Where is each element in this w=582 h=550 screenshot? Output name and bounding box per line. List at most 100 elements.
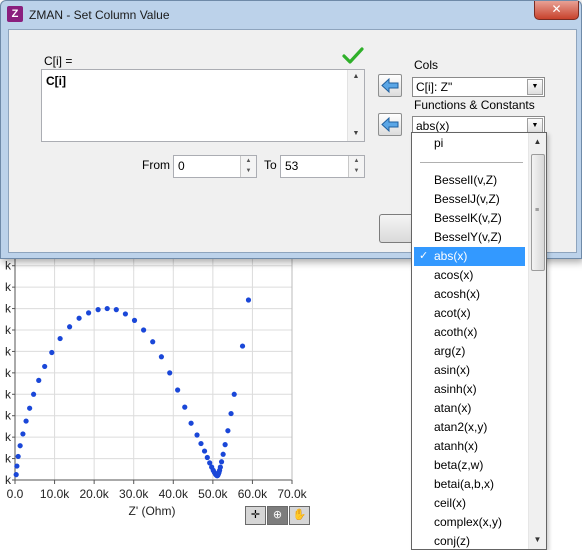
data-point (218, 459, 225, 465)
dropdown-item[interactable]: complex(x,y) (414, 513, 525, 532)
functions-dropdown-list[interactable]: pi BesselI(v,Z) BesselJ(v,Z) BesselK(v,Z) B… (411, 132, 547, 550)
y-tick-label: k (5, 302, 12, 316)
cols-label: Cols (414, 58, 439, 72)
close-button[interactable]: ✕ (534, 1, 579, 20)
dropdown-item[interactable]: ✓ abs(x) (414, 247, 525, 266)
y-tick-label: k (5, 344, 12, 358)
dropdown-item[interactable]: acos(x) (414, 266, 525, 285)
formula-scrollbar[interactable]: ▲ ▼ (347, 70, 364, 141)
spin-down-icon[interactable]: ▼ (241, 166, 256, 176)
data-point (67, 324, 73, 330)
scroll-up-icon[interactable]: ▲ (529, 134, 546, 150)
dropdown-item-pi[interactable]: pi (414, 134, 525, 153)
data-point (167, 370, 173, 376)
data-point (30, 391, 37, 397)
grip-icon: ≡ (535, 207, 540, 214)
data-point (104, 305, 110, 312)
scroll-down-icon[interactable]: ▼ (348, 127, 364, 141)
chevron-down-icon[interactable]: ▼ (527, 79, 543, 95)
dropdown-item[interactable]: BesselJ(v,Z) (414, 190, 525, 209)
title-bar[interactable]: Z ZMAN - Set Column Value ✕ (1, 1, 581, 29)
spin-up-icon[interactable]: ▲ (349, 156, 364, 166)
insert-column-button[interactable] (378, 74, 402, 97)
formula-input[interactable]: C[i] ▲ ▼ (41, 69, 365, 142)
plot-toolbar: ✛ ⊕ ✋ (245, 506, 310, 525)
data-point (194, 432, 200, 438)
x-tick-label: 70.0k (277, 487, 307, 501)
data-point (150, 339, 156, 345)
data-point (198, 440, 204, 447)
to-spin-buttons[interactable]: ▲ ▼ (348, 156, 364, 177)
data-point (175, 387, 181, 393)
dropdown-item[interactable]: acosh(x) (414, 285, 525, 304)
data-point (86, 310, 92, 316)
y-tick-label: k (5, 430, 12, 444)
dropdown-item[interactable]: atan(x) (414, 399, 525, 418)
y-tick-label: k (5, 323, 12, 337)
dropdown-item[interactable]: atanh(x) (414, 437, 525, 456)
to-label: To (264, 158, 277, 172)
pan-hand-icon[interactable]: ✋ (289, 506, 310, 525)
data-point (204, 454, 210, 461)
dropdown-item[interactable]: beta(z,w) (414, 456, 525, 475)
spin-down-icon[interactable]: ▼ (349, 166, 364, 176)
data-point (15, 453, 21, 460)
to-spinner[interactable]: 53 ▲ ▼ (280, 155, 365, 178)
x-tick-labels: 0.0 10.0k 20.0k 30.0k 40.0k 50.0k 60.0k 70.0k (7, 487, 308, 501)
x-tick-label: 10.0k (40, 487, 70, 501)
from-value: 0 (178, 159, 185, 173)
dropdown-item[interactable]: acot(x) (414, 304, 525, 323)
from-spin-buttons[interactable]: ▲ ▼ (240, 156, 256, 177)
y-tick-label: k (5, 259, 12, 273)
dropdown-item[interactable]: betai(a,b,x) (414, 475, 525, 494)
dropdown-item[interactable]: acoth(x) (414, 323, 525, 342)
cols-combo[interactable]: C[i]: Z" ▼ (412, 77, 545, 97)
formula-text: C[i] (46, 74, 66, 88)
dropdown-item[interactable]: asinh(x) (414, 380, 525, 399)
dropdown-item[interactable]: BesselY(v,Z) (414, 228, 525, 247)
app-icon: Z (7, 6, 23, 22)
dropdown-item-label: abs(x) (434, 249, 468, 263)
y-tick-label: k (5, 473, 12, 487)
data-point (13, 472, 19, 478)
dropdown-item[interactable]: arg(z) (414, 342, 525, 361)
dropdown-item[interactable]: ceil(x) (414, 494, 525, 513)
data-point (122, 311, 129, 317)
green-check-icon[interactable] (342, 46, 364, 66)
scroll-down-icon[interactable]: ▼ (529, 532, 546, 548)
scroll-up-icon[interactable]: ▲ (348, 70, 364, 84)
data-point (225, 428, 231, 434)
spin-up-icon[interactable]: ▲ (241, 156, 256, 166)
from-spinner[interactable]: 0 ▲ ▼ (173, 155, 257, 178)
data-point (201, 448, 208, 454)
formula-label: C[i] = (44, 54, 73, 68)
dropdown-item[interactable]: BesselK(v,Z) (414, 209, 525, 228)
scroll-thumb[interactable]: ≡ (531, 154, 545, 271)
data-point (14, 463, 20, 469)
checkmark-icon: ✓ (419, 250, 429, 262)
dropdown-item[interactable]: asin(x) (414, 361, 525, 380)
from-label: From (142, 158, 170, 172)
to-value: 53 (285, 159, 299, 173)
y-tick-label: k (5, 452, 12, 466)
insert-function-button[interactable] (378, 113, 402, 136)
data-point (76, 315, 82, 321)
crosshair-icon[interactable]: ✛ (245, 506, 266, 525)
data-point (95, 307, 101, 313)
x-tick-label: 50.0k (198, 487, 228, 501)
zoom-icon[interactable]: ⊕ (267, 506, 288, 525)
data-point (222, 442, 228, 448)
data-point (231, 391, 237, 397)
x-tick-label: 40.0k (159, 487, 189, 501)
y-tick-label: k (5, 280, 12, 294)
x-tick-label: 30.0k (119, 487, 149, 501)
dropdown-item[interactable]: conj(z) (414, 532, 525, 549)
data-point (42, 363, 48, 370)
data-point (245, 297, 252, 303)
dropdown-scrollbar[interactable]: ▲ ≡ ▼ (528, 133, 546, 549)
dropdown-separator (420, 162, 523, 163)
dropdown-item[interactable]: BesselI(v,Z) (414, 171, 525, 190)
window-title: ZMAN - Set Column Value (29, 8, 170, 22)
dropdown-item[interactable]: atan2(x,y) (414, 418, 525, 437)
data-point (27, 405, 33, 411)
